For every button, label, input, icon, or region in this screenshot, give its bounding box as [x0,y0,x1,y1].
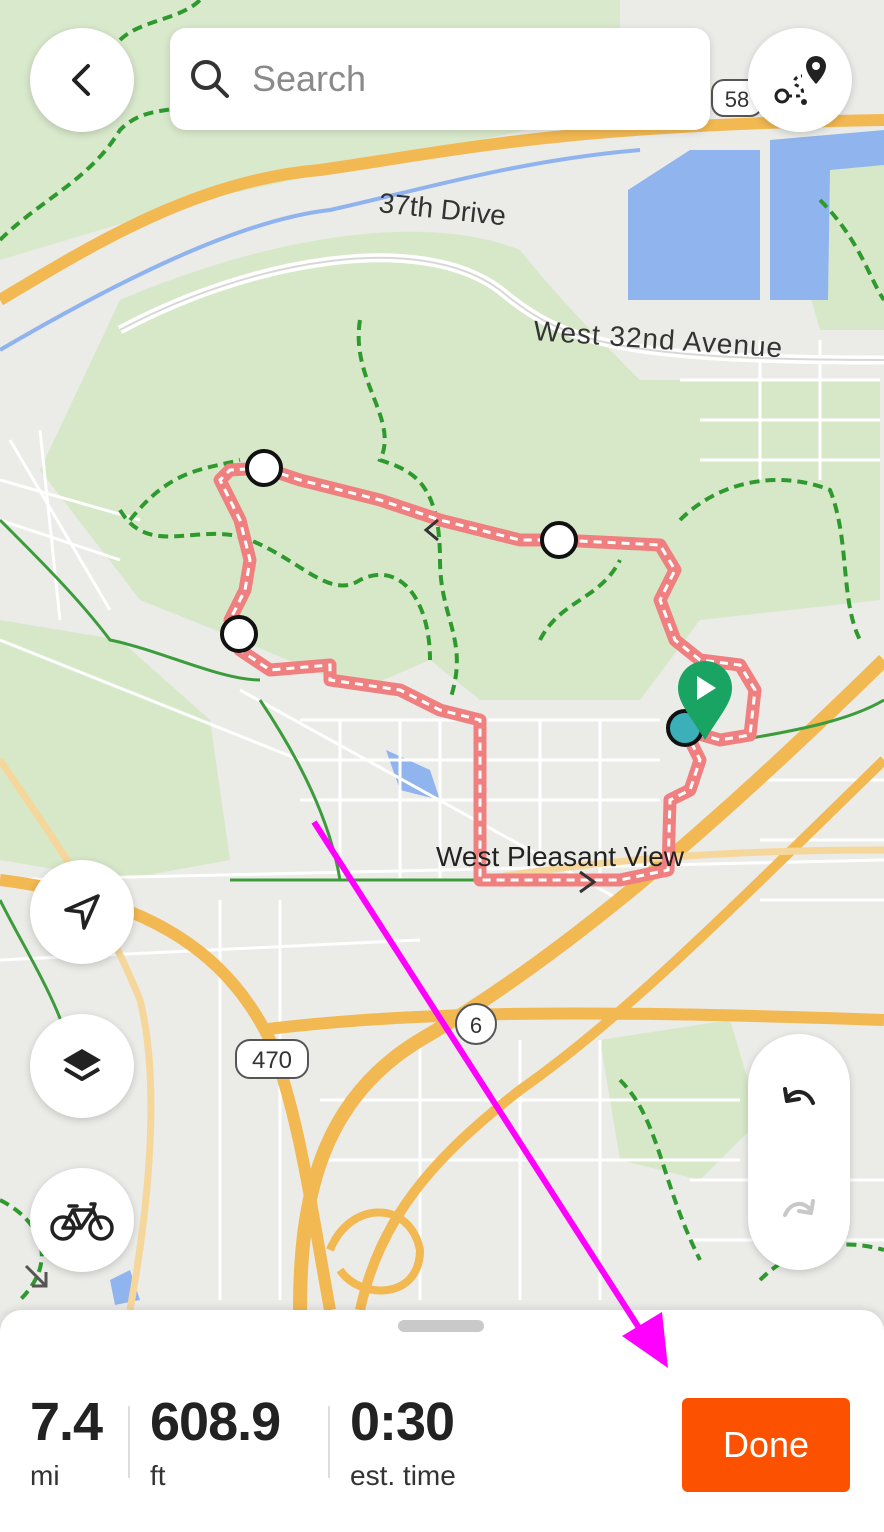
search-input[interactable] [250,57,674,101]
waypoint[interactable] [540,521,578,559]
waypoint[interactable] [220,615,258,653]
undo-button[interactable] [748,1050,850,1152]
search-icon [191,60,229,98]
locate-button[interactable] [30,860,134,964]
svg-text:470: 470 [252,1047,292,1074]
road-label-pleasant-view: West Pleasant View [436,841,685,872]
distance-value: 7.4 [30,1392,103,1452]
compass-arrow-icon [24,1264,48,1288]
time-value: 0:30 [350,1392,455,1452]
svg-text:58: 58 [725,87,749,112]
elevation-stat: 608.9 ft [150,1392,281,1494]
time-unit: est. time [350,1460,456,1491]
search-bar[interactable] [170,28,710,130]
undo-icon [783,1087,815,1105]
sport-type-button[interactable] [30,1168,134,1272]
divider [128,1406,130,1478]
redo-button[interactable] [748,1162,850,1264]
done-button[interactable]: Done [682,1398,850,1492]
route-builder-button[interactable] [748,28,852,132]
elevation-unit: ft [150,1460,166,1491]
route-shield-6: 6 [455,1003,497,1045]
sheet-drag-handle[interactable] [398,1320,484,1332]
time-stat: 0:30 est. time [350,1392,456,1494]
navigation-arrow-icon [64,894,100,930]
distance-stat: 7.4 mi [30,1392,103,1494]
map-layers-button[interactable] [30,1014,134,1118]
elevation-value: 608.9 [150,1392,281,1452]
route-shield-470: 470 [235,1039,309,1079]
divider [328,1406,330,1478]
undo-redo-panel [748,1034,850,1270]
distance-unit: mi [30,1460,60,1491]
chevron-left-icon [72,64,90,96]
back-button[interactable] [30,28,134,132]
svg-text:6: 6 [470,1013,482,1038]
route-stats-sheet: 7.4 mi 608.9 ft 0:30 est. time Done [0,1310,884,1532]
redo-icon [783,1199,815,1217]
route-pin-icon [774,56,826,105]
layers-icon [63,1049,101,1081]
waypoint[interactable] [245,449,283,487]
bicycle-icon [50,1202,114,1241]
